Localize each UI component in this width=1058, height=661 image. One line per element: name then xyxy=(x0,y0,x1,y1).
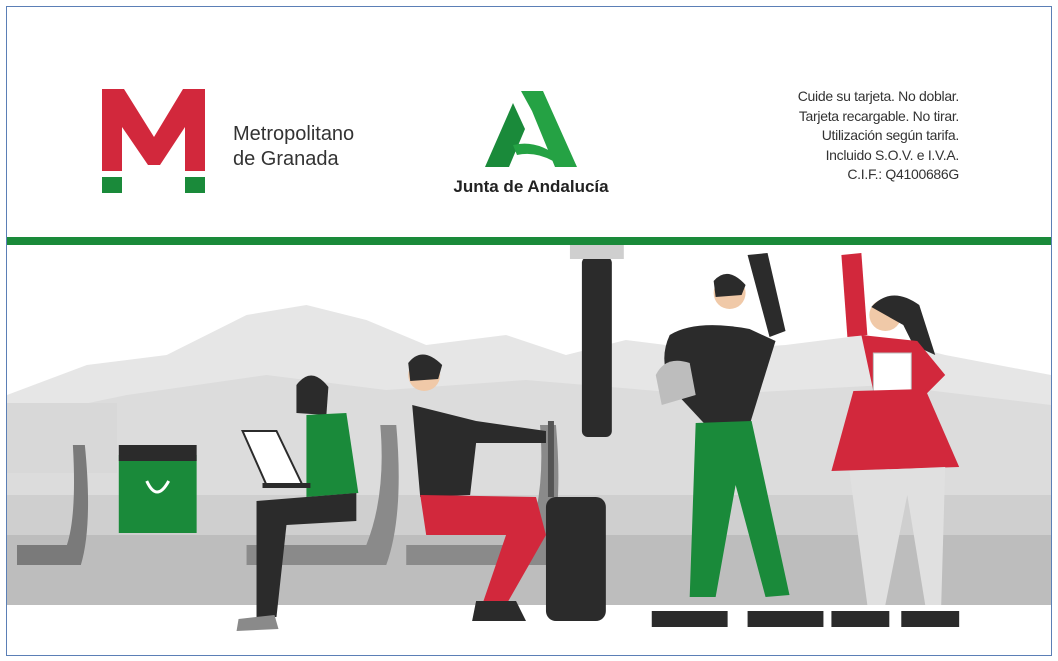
legal-line: Tarjeta recargable. No tirar. xyxy=(798,107,959,124)
junta-logo-icon xyxy=(485,91,577,167)
brand-name: Metropolitano de Granada xyxy=(233,122,354,172)
legal-line: C.I.F.: Q4100686G xyxy=(847,166,959,182)
brand-name-line2: de Granada xyxy=(233,148,339,170)
transport-card: Metropolitano de Granada Junta de Andalu… xyxy=(6,6,1052,656)
legal-notice: Cuide su tarjeta. No doblar. Tarjeta rec… xyxy=(797,87,960,185)
junta-name: Junta de Andalucía xyxy=(453,177,609,196)
shopping-bag-icon xyxy=(118,445,197,533)
pole xyxy=(581,257,612,437)
brand-name-line1: Metropolitano xyxy=(233,123,355,145)
junta-logo: Junta de Andalucía xyxy=(431,89,631,209)
legal-line: Utilización según tarifa. xyxy=(821,127,960,143)
passengers-illustration xyxy=(7,245,1051,655)
card-header: Metropolitano de Granada Junta de Andalu… xyxy=(7,7,1051,239)
legal-line: Incluido S.O.V. e I.V.A. xyxy=(825,146,960,163)
train-floor xyxy=(7,605,1051,655)
handrail xyxy=(7,237,1051,245)
legal-line: Cuide su tarjeta. No doblar. xyxy=(797,88,960,104)
metro-logo-icon xyxy=(102,89,205,193)
